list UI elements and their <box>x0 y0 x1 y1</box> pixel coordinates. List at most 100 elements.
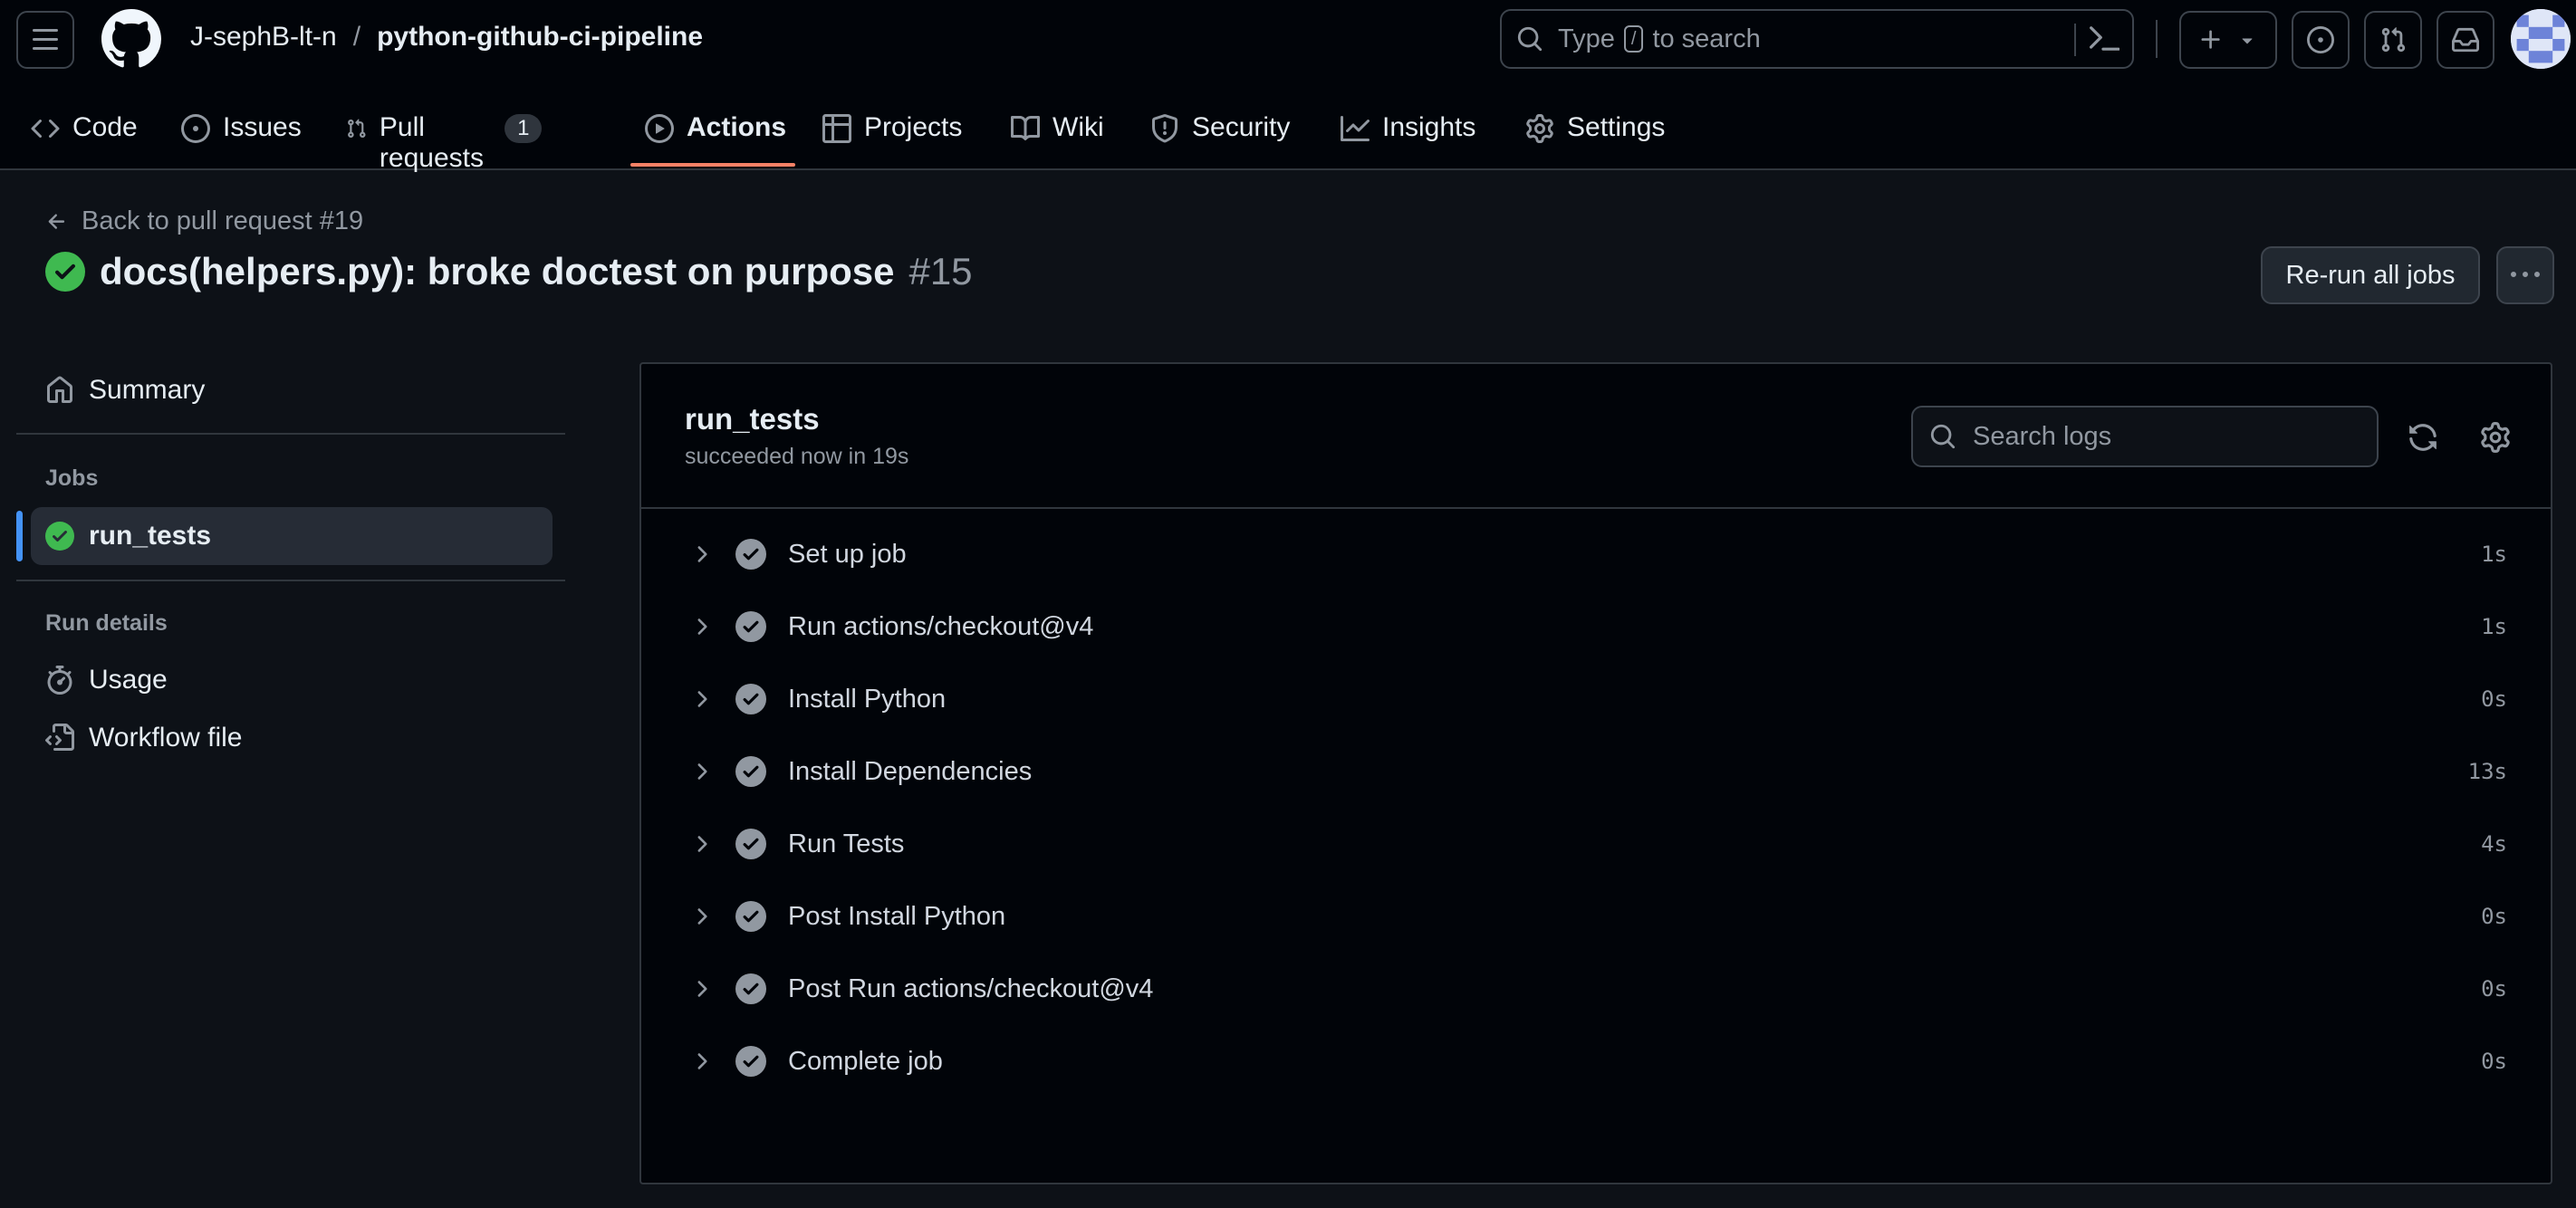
search-logs-placeholder: Search logs <box>1973 421 2112 451</box>
command-palette-icon[interactable] <box>2089 24 2119 54</box>
sidebar-item-workflow-file[interactable]: Workflow file <box>45 723 242 753</box>
arrow-left-icon <box>48 213 65 229</box>
job-step[interactable]: Install Python 0s <box>641 663 2551 735</box>
job-status-text: succeeded now in 19s <box>685 444 909 469</box>
active-tab-underline <box>630 163 795 167</box>
tab-security-label: Security <box>1192 112 1291 142</box>
step-label: Install Dependencies <box>788 756 1033 786</box>
tab-settings-label: Settings <box>1567 112 1666 142</box>
rerun-all-jobs-button[interactable]: Re-run all jobs <box>2261 246 2480 304</box>
chevron-right-icon <box>697 836 707 852</box>
step-label: Run Tests <box>788 829 905 858</box>
back-to-pull-request-link[interactable]: Back to pull request #19 <box>45 206 363 236</box>
sidebar-item-workflow-file-label: Workflow file <box>89 723 243 753</box>
check-circle-fill-icon <box>735 829 766 859</box>
sync-icon[interactable] <box>2408 422 2438 453</box>
job-step[interactable]: Set up job 1s <box>641 518 2551 590</box>
page-title: docs(helpers.py): broke doctest on purpo… <box>45 250 973 293</box>
step-duration: 1s <box>2481 614 2507 639</box>
more-options-button[interactable] <box>2496 246 2554 304</box>
gear-icon <box>1526 114 1553 143</box>
back-link-label: Back to pull request #19 <box>82 206 364 235</box>
tab-wiki[interactable]: Wiki <box>1011 103 1104 170</box>
issue-icon <box>181 114 210 143</box>
file-code-icon <box>45 724 74 751</box>
sidebar-item-summary[interactable]: Summary <box>45 375 205 406</box>
code-icon <box>31 119 60 139</box>
step-duration: 0s <box>2481 904 2507 929</box>
gear-icon[interactable] <box>2480 422 2511 453</box>
step-label: Post Run actions/checkout@v4 <box>788 973 1154 1003</box>
step-duration: 1s <box>2481 542 2507 567</box>
search-hint-prefix: Type <box>1558 24 1615 53</box>
shield-icon <box>1152 114 1177 143</box>
job-step[interactable]: Run Tests 4s <box>641 808 2551 880</box>
repo-owner-link[interactable]: J-sephB-lt-n <box>190 22 337 53</box>
step-label: Set up job <box>788 539 907 569</box>
graph-icon <box>1341 116 1370 141</box>
check-circle-fill-icon <box>735 539 766 570</box>
sidebar-item-run-tests[interactable]: run_tests <box>31 507 553 565</box>
inbox-icon <box>2452 27 2479 53</box>
chevron-right-icon <box>697 763 707 780</box>
tab-pull-requests[interactable]: Pull requests 1 <box>346 103 543 173</box>
tab-projects[interactable]: Projects <box>822 103 962 170</box>
home-icon <box>47 376 72 403</box>
pull-requests-count-badge: 1 <box>505 114 543 143</box>
job-step[interactable]: Complete job 0s <box>641 1025 2551 1098</box>
your-issues-button[interactable] <box>2292 11 2350 69</box>
tab-insights[interactable]: Insights <box>1341 103 1475 170</box>
search-logs-input[interactable]: Search logs <box>1911 406 2379 467</box>
kebab-horizontal-icon <box>2511 272 2540 277</box>
sidebar-item-summary-label: Summary <box>89 375 206 405</box>
run-details-heading: Run details <box>45 610 168 636</box>
check-circle-fill-icon <box>735 973 766 1004</box>
job-step[interactable]: Post Run actions/checkout@v4 0s <box>641 953 2551 1025</box>
tab-actions[interactable]: Actions <box>645 103 786 170</box>
sidebar-item-run-tests-label: run_tests <box>89 521 212 551</box>
sidebar-divider <box>16 433 565 435</box>
tab-security[interactable]: Security <box>1150 103 1290 170</box>
check-circle-fill-icon <box>45 252 85 292</box>
chevron-right-icon <box>697 1053 707 1069</box>
chevron-right-icon <box>697 618 707 635</box>
step-duration: 4s <box>2481 831 2507 857</box>
tab-pull-requests-label: Pull requests <box>379 112 484 173</box>
tab-projects-label: Projects <box>864 112 963 142</box>
identicon-avatar-icon <box>2511 9 2571 69</box>
user-avatar[interactable] <box>2511 9 2571 69</box>
tab-settings[interactable]: Settings <box>1525 103 1665 170</box>
repo-name-link[interactable]: python-github-ci-pipeline <box>377 22 703 53</box>
check-circle-fill-icon <box>735 684 766 714</box>
check-circle-fill-icon <box>735 611 766 642</box>
tab-code[interactable]: Code <box>31 103 138 170</box>
search-icon <box>1517 26 1543 52</box>
sidebar-item-usage-label: Usage <box>89 665 168 695</box>
jobs-heading: Jobs <box>45 465 99 491</box>
notifications-button[interactable] <box>2437 11 2494 69</box>
job-header: run_tests succeeded now in 19s Search lo… <box>641 364 2551 509</box>
tab-issues[interactable]: Issues <box>181 103 302 170</box>
sidebar-item-usage[interactable]: Usage <box>45 665 168 695</box>
workflow-run-title: docs(helpers.py): broke doctest on purpo… <box>100 250 895 292</box>
job-step[interactable]: Run actions/checkout@v4 1s <box>641 590 2551 663</box>
pull-request-icon <box>348 119 366 139</box>
job-name: run_tests <box>685 402 820 436</box>
tab-actions-label: Actions <box>687 112 787 142</box>
check-circle-fill-icon <box>45 522 74 551</box>
chevron-right-icon <box>697 546 707 562</box>
search-shortcut-key: / <box>1623 25 1644 53</box>
sidebar-divider <box>16 580 565 581</box>
github-logo-icon[interactable] <box>101 9 161 69</box>
check-circle-fill-icon <box>735 1046 766 1077</box>
step-label: Run actions/checkout@v4 <box>788 611 1094 641</box>
your-pull-requests-button[interactable] <box>2364 11 2422 69</box>
create-new-button[interactable] <box>2179 11 2277 69</box>
job-log-panel: run_tests succeeded now in 19s Search lo… <box>639 362 2552 1184</box>
step-duration: 0s <box>2481 1049 2507 1074</box>
menu-button[interactable] <box>16 11 74 69</box>
global-search-input[interactable]: Type / to search <box>1500 9 2134 69</box>
job-step[interactable]: Post Install Python 0s <box>641 880 2551 953</box>
job-step[interactable]: Install Dependencies 13s <box>641 735 2551 808</box>
plus-icon <box>2201 30 2220 49</box>
